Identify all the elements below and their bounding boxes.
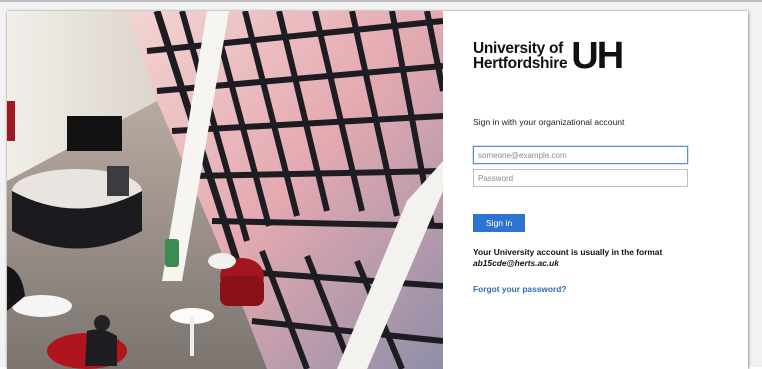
account-format-info: Your University account is usually in th… — [473, 247, 662, 269]
forgot-password-link[interactable]: Forgot your password? — [473, 284, 567, 294]
password-input[interactable] — [473, 169, 688, 187]
window-frame: University of Hertfordshire UH Sign in w… — [0, 0, 762, 369]
sign-in-button[interactable]: Sign in — [473, 214, 525, 232]
university-name-line2: Hertfordshire — [473, 55, 568, 72]
signin-panel: University of Hertfordshire UH Sign in w… — [443, 11, 748, 369]
login-card: University of Hertfordshire UH Sign in w… — [7, 11, 748, 369]
signin-prompt: Sign in with your organizational account — [473, 117, 625, 127]
campus-atrium-photo — [7, 11, 443, 369]
account-format-text: Your University account is usually in th… — [473, 247, 663, 257]
uh-logo-mark: UH — [571, 35, 624, 77]
account-format-example: ab15cde@herts.ac.uk — [473, 258, 559, 268]
university-logo: University of Hertfordshire UH — [473, 35, 624, 77]
campus-atrium-illustration — [7, 11, 443, 369]
university-name: University of Hertfordshire — [473, 40, 568, 72]
university-name-line1: University of — [473, 40, 563, 57]
email-input[interactable] — [473, 146, 688, 164]
